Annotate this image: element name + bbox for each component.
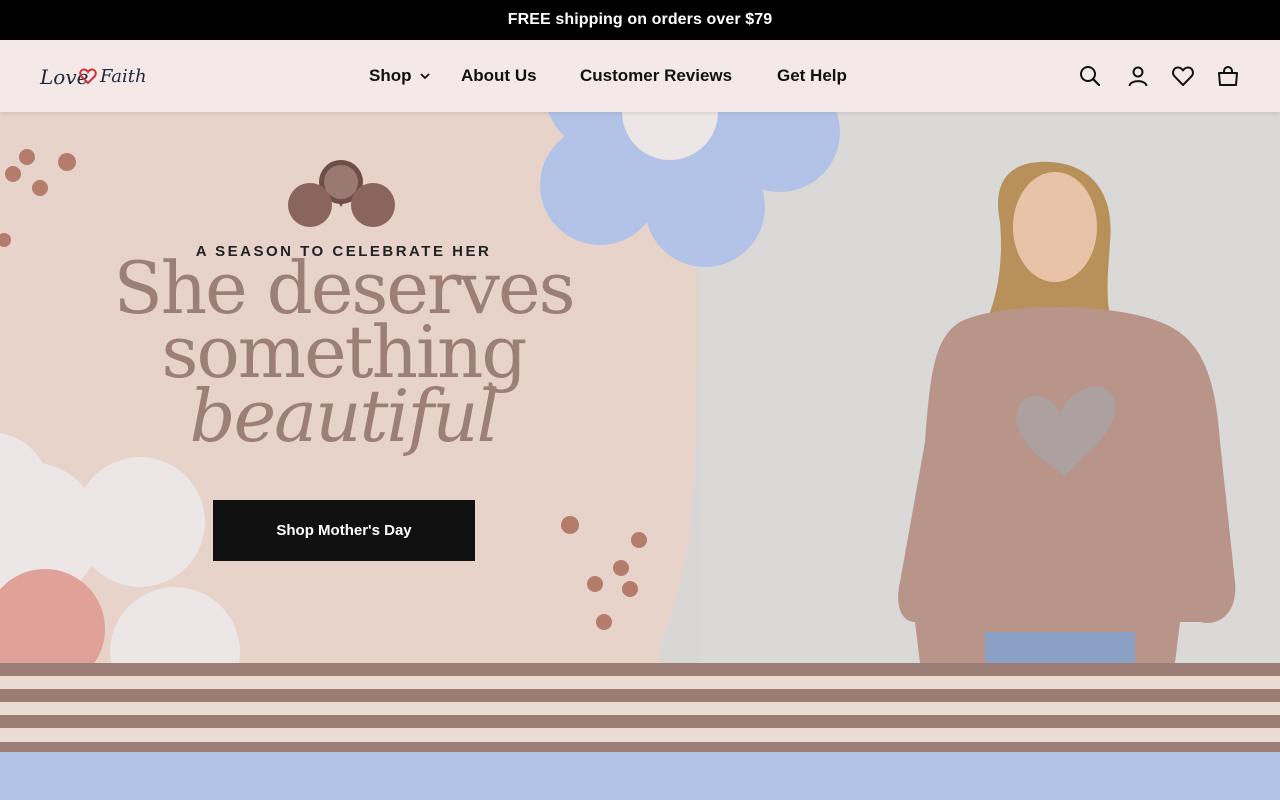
- next-section-band: [0, 752, 1280, 800]
- nav-help-label: Get Help: [777, 66, 847, 85]
- search-icon[interactable]: [1078, 64, 1102, 88]
- nav-about-label: About Us: [461, 66, 537, 85]
- account-icon[interactable]: [1126, 64, 1150, 88]
- striped-divider: [0, 663, 1280, 752]
- nav-item-shop[interactable]: Shop: [369, 40, 430, 112]
- nav-shop-label: Shop: [369, 66, 412, 85]
- announcement-bar: FREE shipping on orders over $79: [0, 0, 1280, 40]
- nav-item-about-us[interactable]: About Us: [461, 40, 537, 112]
- site-logo[interactable]: Love Faith: [38, 58, 154, 94]
- hero-headline: She deserves something beautiful: [0, 252, 687, 458]
- nav-reviews-label: Customer Reviews: [580, 66, 733, 85]
- nav-item-customer-reviews[interactable]: Customer Reviews: [580, 40, 732, 112]
- wishlist-icon[interactable]: [1171, 64, 1195, 88]
- cart-icon[interactable]: [1216, 64, 1240, 88]
- hero-banner: A SEASON TO CELEBRATE HER She deserves s…: [0, 112, 1280, 663]
- logo-text-faith: Faith: [99, 66, 147, 87]
- nav-item-get-help[interactable]: Get Help: [777, 40, 847, 112]
- site-header: Love Faith Shop About Us Customer Review…: [0, 40, 1280, 112]
- headline-line-3: beautiful: [189, 374, 499, 458]
- chevron-down-icon: [419, 72, 430, 79]
- announcement-text: FREE shipping on orders over $79: [507, 11, 773, 28]
- shop-mothers-day-button[interactable]: Shop Mother's Day: [213, 500, 475, 561]
